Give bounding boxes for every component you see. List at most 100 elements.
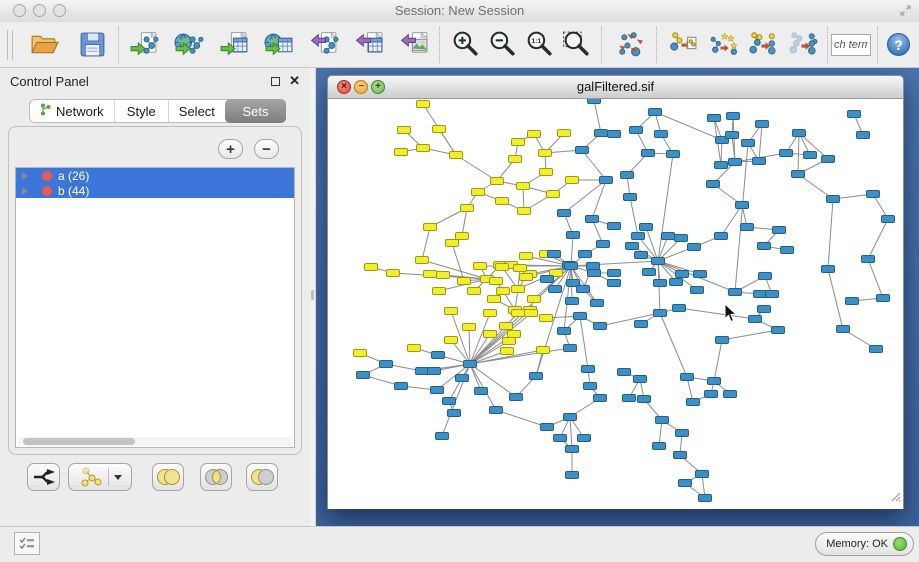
create-set-from-network-button[interactable] xyxy=(68,463,132,491)
help-button[interactable]: ? xyxy=(887,33,910,56)
graph-node[interactable] xyxy=(579,251,592,258)
import-table-from-web-icon[interactable] xyxy=(263,27,296,63)
graph-node[interactable] xyxy=(357,372,370,379)
graph-node[interactable] xyxy=(758,306,771,313)
select-first-neighbors-icon[interactable] xyxy=(706,27,739,63)
add-set-button[interactable]: + xyxy=(218,139,243,159)
graph-node[interactable] xyxy=(656,417,669,424)
graph-node[interactable] xyxy=(652,258,665,265)
set-row[interactable]: b (44) xyxy=(16,183,294,198)
graph-node[interactable] xyxy=(655,131,668,138)
graph-node[interactable] xyxy=(643,269,656,276)
graph-node[interactable] xyxy=(877,295,890,302)
graph-node[interactable] xyxy=(676,271,689,278)
graph-node[interactable] xyxy=(574,313,587,320)
graph-node[interactable] xyxy=(694,271,707,278)
graph-node[interactable] xyxy=(578,435,591,442)
graph-node[interactable] xyxy=(727,113,740,120)
graph-node[interactable] xyxy=(432,352,445,359)
graph-node[interactable] xyxy=(804,152,817,159)
graph-node[interactable] xyxy=(618,369,631,376)
graph-node[interactable] xyxy=(468,288,481,295)
graph-node[interactable] xyxy=(608,270,621,277)
graph-node[interactable] xyxy=(433,288,446,295)
graph-node[interactable] xyxy=(729,289,742,296)
graph-node[interactable] xyxy=(564,345,577,352)
graph-node[interactable] xyxy=(567,232,580,239)
show-all-icon[interactable] xyxy=(786,27,819,63)
graph-node[interactable] xyxy=(597,241,610,248)
graph-node[interactable] xyxy=(653,443,666,450)
graph-node[interactable] xyxy=(848,111,861,118)
network-window-titlebar[interactable]: × − + galFiltered.sif xyxy=(328,76,903,99)
graph-node[interactable] xyxy=(577,286,590,293)
graph-node[interactable] xyxy=(591,300,604,307)
graph-node[interactable] xyxy=(501,348,514,355)
remove-set-button[interactable]: − xyxy=(254,139,279,159)
tab-sets[interactable]: Sets xyxy=(225,99,286,123)
graph-node[interactable] xyxy=(417,145,430,152)
expander-icon[interactable] xyxy=(22,187,28,195)
export-image-icon[interactable] xyxy=(398,27,431,63)
graph-node[interactable] xyxy=(696,471,709,478)
graph-node[interactable] xyxy=(540,315,553,322)
graph-node[interactable] xyxy=(417,101,430,108)
graph-node[interactable] xyxy=(857,132,870,139)
graph-node[interactable] xyxy=(691,287,704,294)
graph-node[interactable] xyxy=(540,169,553,176)
graph-node[interactable] xyxy=(608,131,621,138)
graph-node[interactable] xyxy=(424,271,437,278)
graph-node[interactable] xyxy=(416,368,429,375)
graph-node[interactable] xyxy=(595,130,608,137)
graph-node[interactable] xyxy=(649,109,662,116)
graph-node[interactable] xyxy=(565,263,578,270)
graph-node[interactable] xyxy=(456,233,469,240)
graph-node[interactable] xyxy=(634,376,647,383)
resize-grip-icon[interactable] xyxy=(889,489,901,507)
graph-node[interactable] xyxy=(662,233,675,240)
tab-network[interactable]: Network xyxy=(30,100,114,122)
graph-node[interactable] xyxy=(530,373,543,380)
graph-node[interactable] xyxy=(781,247,794,254)
graph-node[interactable] xyxy=(512,310,525,317)
fullscreen-icon[interactable] xyxy=(899,4,912,22)
graph-node[interactable] xyxy=(576,147,589,154)
graph-node[interactable] xyxy=(514,265,527,272)
graph-node[interactable] xyxy=(773,227,786,234)
open-session-icon[interactable] xyxy=(28,27,61,63)
graph-node[interactable] xyxy=(395,149,408,156)
split-set-button[interactable] xyxy=(27,463,60,491)
graph-node[interactable] xyxy=(456,375,469,382)
export-table-icon[interactable] xyxy=(353,27,386,63)
graph-node[interactable] xyxy=(528,131,541,138)
graph-node[interactable] xyxy=(354,350,367,357)
graph-node[interactable] xyxy=(754,291,767,298)
graph-node[interactable] xyxy=(510,394,523,401)
graph-node[interactable] xyxy=(687,399,700,406)
graph-node[interactable] xyxy=(463,324,476,331)
graph-node[interactable] xyxy=(528,296,541,303)
zoom-out-icon[interactable] xyxy=(486,27,519,63)
graph-node[interactable] xyxy=(862,256,875,263)
graph-node[interactable] xyxy=(736,202,749,209)
graph-node[interactable] xyxy=(539,150,552,157)
graph-node[interactable] xyxy=(640,224,653,231)
graph-node[interactable] xyxy=(549,286,562,293)
tab-select[interactable]: Select xyxy=(168,100,225,122)
window-titlebar[interactable]: Session: New Session xyxy=(0,0,919,23)
graph-node[interactable] xyxy=(882,216,895,223)
graph-node[interactable] xyxy=(867,191,880,198)
graph-node[interactable] xyxy=(688,244,701,251)
graph-node[interactable] xyxy=(679,480,692,487)
splitter-handle-icon[interactable] xyxy=(311,290,314,300)
import-network-file-icon[interactable] xyxy=(128,27,161,63)
import-table-file-icon[interactable] xyxy=(218,27,251,63)
graph-node[interactable] xyxy=(716,337,729,344)
graph-node[interactable] xyxy=(642,150,655,157)
graph-node[interactable] xyxy=(624,194,637,201)
graph-node[interactable] xyxy=(500,323,513,330)
horizontal-scrollbar[interactable] xyxy=(18,437,292,446)
graph-node[interactable] xyxy=(582,366,595,373)
graph-node[interactable] xyxy=(608,223,621,230)
graph-node[interactable] xyxy=(638,396,651,403)
